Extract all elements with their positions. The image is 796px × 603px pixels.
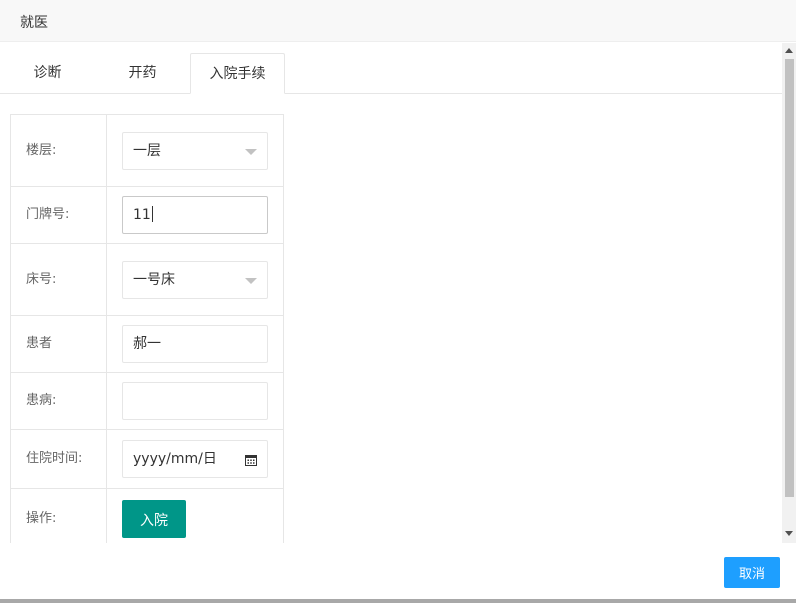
tab-prescribe[interactable]: 开药: [95, 53, 190, 94]
admission-time-placeholder: yyyy/mm/日: [133, 451, 217, 467]
chevron-down-icon: [245, 148, 257, 155]
admission-dialog: 就医 诊断 开药 入院手续 楼层: 一层 门牌号: 11 床号: 一号床 患者 …: [0, 0, 796, 603]
scroll-down-arrow-icon[interactable]: [785, 531, 793, 536]
door-number-label: 门牌号:: [10, 186, 107, 244]
patient-input[interactable]: 郝一: [122, 325, 268, 363]
admission-time-input[interactable]: yyyy/mm/日: [122, 440, 268, 478]
bed-number-select[interactable]: 一号床: [122, 260, 268, 299]
patient-value: 郝一: [133, 336, 161, 352]
chevron-down-icon: [245, 277, 257, 284]
dialog-content: 诊断 开药 入院手续 楼层: 一层 门牌号: 11 床号: 一号床 患者 郝一 …: [0, 43, 782, 543]
calendar-icon[interactable]: [245, 454, 257, 466]
scrollbar-thumb[interactable]: [785, 59, 794, 497]
bed-number-label: 床号:: [10, 243, 107, 316]
window-bottom-edge: [0, 599, 796, 603]
tab-bar: 诊断 开药 入院手续: [0, 53, 782, 94]
tab-diagnosis[interactable]: 诊断: [0, 53, 95, 94]
admission-form: 楼层: 一层 门牌号: 11 床号: 一号床 患者 郝一 患病: 住院时间: y…: [10, 114, 284, 543]
cancel-button[interactable]: 取消: [724, 557, 780, 588]
dialog-footer: 取消: [0, 543, 796, 599]
dialog-title: 就医: [20, 15, 48, 31]
text-cursor: [151, 206, 153, 222]
admit-button[interactable]: 入院: [122, 499, 186, 538]
floor-select-value: 一层: [133, 142, 161, 159]
scroll-up-arrow-icon[interactable]: [785, 48, 793, 53]
patient-label: 患者: [10, 315, 107, 373]
door-number-value: 11: [133, 207, 151, 223]
vertical-scrollbar[interactable]: [782, 43, 796, 543]
admission-time-label: 住院时间:: [10, 429, 107, 489]
door-number-input[interactable]: 11: [122, 196, 268, 234]
floor-select[interactable]: 一层: [122, 131, 268, 170]
illness-label: 患病:: [10, 372, 107, 430]
dialog-header: 就医: [0, 0, 796, 42]
tab-admission[interactable]: 入院手续: [190, 53, 285, 94]
action-label: 操作:: [10, 488, 107, 543]
floor-label: 楼层:: [10, 114, 107, 187]
bed-number-select-value: 一号床: [133, 271, 175, 288]
illness-input[interactable]: [122, 382, 268, 420]
